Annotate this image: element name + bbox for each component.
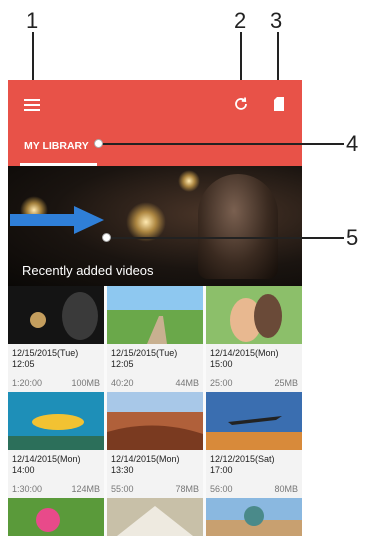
video-duration: 55:00 [111, 484, 134, 494]
video-size: 80MB [274, 484, 298, 494]
callout-4: 4 [346, 131, 359, 156]
sd-card-icon[interactable] [274, 97, 284, 111]
bokeh-light [126, 202, 166, 242]
refresh-icon[interactable] [233, 96, 249, 112]
leader-dot-4 [94, 139, 103, 148]
leader-line-4 [98, 143, 344, 145]
video-date: 12/14/2015(Mon) 14:00 [12, 454, 81, 475]
video-thumbnail[interactable] [8, 286, 104, 344]
video-thumbnail[interactable] [107, 286, 203, 344]
video-thumbnail[interactable] [107, 392, 203, 450]
video-size: 78MB [175, 484, 199, 494]
bokeh-light [178, 170, 200, 192]
video-info-card[interactable]: 12/14/2015(Mon) 15:00 25:00 25MB [206, 344, 302, 394]
menu-icon[interactable] [24, 99, 40, 111]
video-thumbnail[interactable] [206, 392, 302, 450]
video-date: 12/12/2015(Sat) 17:00 [210, 454, 275, 475]
video-size: 44MB [175, 378, 199, 388]
video-info-card[interactable]: 12/15/2015(Tue) 12:05 1:20:00 100MB [8, 344, 104, 394]
callout-2: 2 [234, 8, 247, 33]
leader-dot-5 [102, 233, 111, 242]
video-thumbnail[interactable] [8, 498, 104, 536]
video-size: 100MB [71, 378, 100, 388]
video-thumbnail[interactable] [206, 498, 302, 536]
performer-figure [198, 174, 278, 279]
video-date: 12/15/2015(Tue) 12:05 [111, 348, 178, 369]
tab-my-library[interactable]: MY LIBRARY [16, 134, 97, 166]
video-info-card[interactable]: 12/14/2015(Mon) 13:30 55:00 78MB [107, 450, 203, 500]
video-thumbnail[interactable] [107, 498, 203, 536]
video-duration: 1:30:00 [12, 484, 43, 494]
video-date: 12/14/2015(Mon) 15:00 [210, 348, 279, 369]
video-size: 25MB [274, 378, 298, 388]
video-info-card[interactable]: 12/15/2015(Tue) 12:05 40:20 44MB [107, 344, 203, 394]
tab-my-library-label: MY LIBRARY [24, 140, 89, 152]
video-duration: 1:20:00 [12, 378, 43, 388]
video-duration: 25:00 [210, 378, 233, 388]
app-bar: MY LIBRARY [8, 80, 302, 166]
leader-line-5 [106, 237, 344, 239]
video-duration: 56:00 [210, 484, 233, 494]
callout-5: 5 [346, 225, 359, 250]
arrow-annotation [10, 206, 104, 234]
callout-3: 3 [270, 8, 283, 33]
video-info-card[interactable]: 12/14/2015(Mon) 14:00 1:30:00 124MB [8, 450, 104, 500]
video-thumbnail[interactable] [206, 286, 302, 344]
video-size: 124MB [71, 484, 100, 494]
callout-1: 1 [26, 8, 39, 33]
video-date: 12/15/2015(Tue) 12:05 [12, 348, 79, 369]
video-thumbnail[interactable] [8, 392, 104, 450]
video-date: 12/14/2015(Mon) 13:30 [111, 454, 180, 475]
recently-added-banner[interactable]: Recently added videos [8, 166, 302, 286]
video-duration: 40:20 [111, 378, 134, 388]
video-info-card[interactable]: 12/12/2015(Sat) 17:00 56:00 80MB [206, 450, 302, 500]
phone-screen: MY LIBRARY Recently added videos 12/15/2… [8, 80, 302, 536]
hero-title: Recently added videos [22, 263, 154, 278]
